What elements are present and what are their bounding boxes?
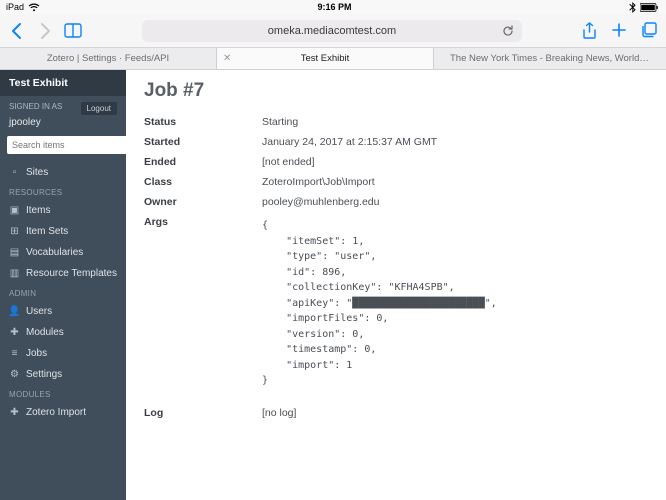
sidebar-item-label: Resource Templates: [26, 268, 117, 279]
list-icon: ≡: [9, 348, 20, 359]
main-content: Job #7 StatusStarting StartedJanuary 24,…: [126, 70, 666, 500]
app-frame: Test Exhibit SIGNED IN AS Logout jpooley…: [0, 70, 666, 500]
bookmarks-button[interactable]: [64, 23, 82, 39]
sidebar-item-modules[interactable]: ✚ Modules: [0, 322, 126, 343]
item-sets-icon: ⊞: [9, 226, 20, 237]
back-button[interactable]: [8, 22, 26, 40]
value-log: [no log]: [262, 407, 648, 419]
template-icon: ▥: [9, 268, 20, 279]
clock: 9:16 PM: [318, 2, 352, 12]
label-log: Log: [144, 407, 262, 419]
signed-in-as-label: SIGNED IN AS: [9, 102, 62, 111]
sidebar-section-modules: MODULES: [0, 385, 126, 402]
tab-label: Zotero | Settings · Feeds/API: [47, 53, 169, 64]
sidebar-item-settings[interactable]: ⚙ Settings: [0, 364, 126, 385]
close-tab-icon[interactable]: ✕: [223, 53, 231, 64]
label-owner: Owner: [144, 196, 262, 208]
row-owner: Ownerpooley@muhlenberg.edu: [144, 192, 648, 212]
sidebar-item-vocabularies[interactable]: ▤ Vocabularies: [0, 242, 126, 263]
tab-nytimes[interactable]: The New York Times - Breaking News, Worl…: [434, 48, 666, 69]
sidebar-item-label: Settings: [26, 369, 62, 380]
signed-in-row: SIGNED IN AS Logout: [0, 96, 126, 117]
sidebar-item-item-sets[interactable]: ⊞ Item Sets: [0, 221, 126, 242]
device-label: iPad: [6, 2, 24, 12]
sidebar-item-label: Zotero Import: [26, 407, 86, 418]
sites-icon: ▫: [9, 167, 20, 178]
safari-toolbar: omeka.mediacomtest.com: [0, 14, 666, 48]
wifi-icon: [28, 3, 40, 12]
tabs-button[interactable]: [641, 22, 658, 40]
sidebar-item-zotero-import[interactable]: ✚ Zotero Import: [0, 402, 126, 423]
items-icon: ▣: [9, 205, 20, 216]
label-started: Started: [144, 136, 262, 148]
reload-icon[interactable]: [502, 25, 514, 37]
value-started: January 24, 2017 at 2:15:37 AM GMT: [262, 136, 648, 148]
sidebar-item-label: Item Sets: [26, 226, 68, 237]
sidebar: Test Exhibit SIGNED IN AS Logout jpooley…: [0, 70, 126, 500]
tab-zotero[interactable]: Zotero | Settings · Feeds/API: [0, 48, 217, 69]
sidebar-item-label: Sites: [26, 167, 48, 178]
search-input[interactable]: [7, 136, 134, 154]
new-tab-button[interactable]: [611, 22, 627, 40]
battery-icon: [640, 3, 660, 12]
sidebar-section-resources: RESOURCES: [0, 183, 126, 200]
sidebar-item-label: Vocabularies: [26, 247, 83, 258]
row-started: StartedJanuary 24, 2017 at 2:15:37 AM GM…: [144, 132, 648, 152]
safari-tab-bar: Zotero | Settings · Feeds/API ✕ Test Exh…: [0, 48, 666, 70]
address-bar[interactable]: omeka.mediacomtest.com: [142, 20, 522, 42]
site-title[interactable]: Test Exhibit: [0, 70, 126, 96]
tab-label: Test Exhibit: [301, 53, 350, 64]
tab-test-exhibit[interactable]: ✕ Test Exhibit: [217, 48, 434, 69]
plus-icon: ✚: [9, 327, 20, 338]
sidebar-item-jobs[interactable]: ≡ Jobs: [0, 343, 126, 364]
url-text: omeka.mediacomtest.com: [268, 25, 396, 37]
plus-icon: ✚: [9, 407, 20, 418]
sidebar-item-label: Users: [26, 306, 52, 317]
tab-label: The New York Times - Breaking News, Worl…: [450, 53, 650, 64]
sidebar-item-items[interactable]: ▣ Items: [0, 200, 126, 221]
ios-status-bar: iPad 9:16 PM: [0, 0, 666, 14]
row-args: Args { "itemSet": 1, "type": "user", "id…: [144, 212, 648, 393]
row-class: ClassZoteroImport\Job\Import: [144, 172, 648, 192]
row-ended: Ended[not ended]: [144, 152, 648, 172]
label-status: Status: [144, 116, 262, 128]
sidebar-item-users[interactable]: 👤 Users: [0, 301, 126, 322]
user-icon: 👤: [9, 306, 20, 317]
page-title: Job #7: [144, 80, 648, 102]
sidebar-item-resource-templates[interactable]: ▥ Resource Templates: [0, 263, 126, 284]
logout-button[interactable]: Logout: [81, 102, 117, 115]
current-user[interactable]: jpooley: [0, 117, 126, 136]
sidebar-item-sites[interactable]: ▫ Sites: [0, 162, 126, 183]
label-class: Class: [144, 176, 262, 188]
bluetooth-icon: [629, 2, 636, 13]
row-log: Log[no log]: [144, 403, 648, 423]
sidebar-item-label: Modules: [26, 327, 64, 338]
label-args: Args: [144, 216, 262, 228]
share-button[interactable]: [582, 22, 597, 40]
label-ended: Ended: [144, 156, 262, 168]
forward-button[interactable]: [36, 22, 54, 40]
args-code-block: { "itemSet": 1, "type": "user", "id": 89…: [262, 218, 648, 389]
sidebar-item-label: Jobs: [26, 348, 47, 359]
value-status: Starting: [262, 116, 648, 128]
value-owner: pooley@muhlenberg.edu: [262, 196, 648, 208]
gear-icon: ⚙: [9, 369, 20, 380]
book-icon: ▤: [9, 247, 20, 258]
row-status: StatusStarting: [144, 112, 648, 132]
value-ended: [not ended]: [262, 156, 648, 168]
sidebar-item-label: Items: [26, 205, 50, 216]
sidebar-section-admin: ADMIN: [0, 284, 126, 301]
value-class: ZoteroImport\Job\Import: [262, 176, 648, 188]
search-row: ⋯: [0, 136, 126, 162]
